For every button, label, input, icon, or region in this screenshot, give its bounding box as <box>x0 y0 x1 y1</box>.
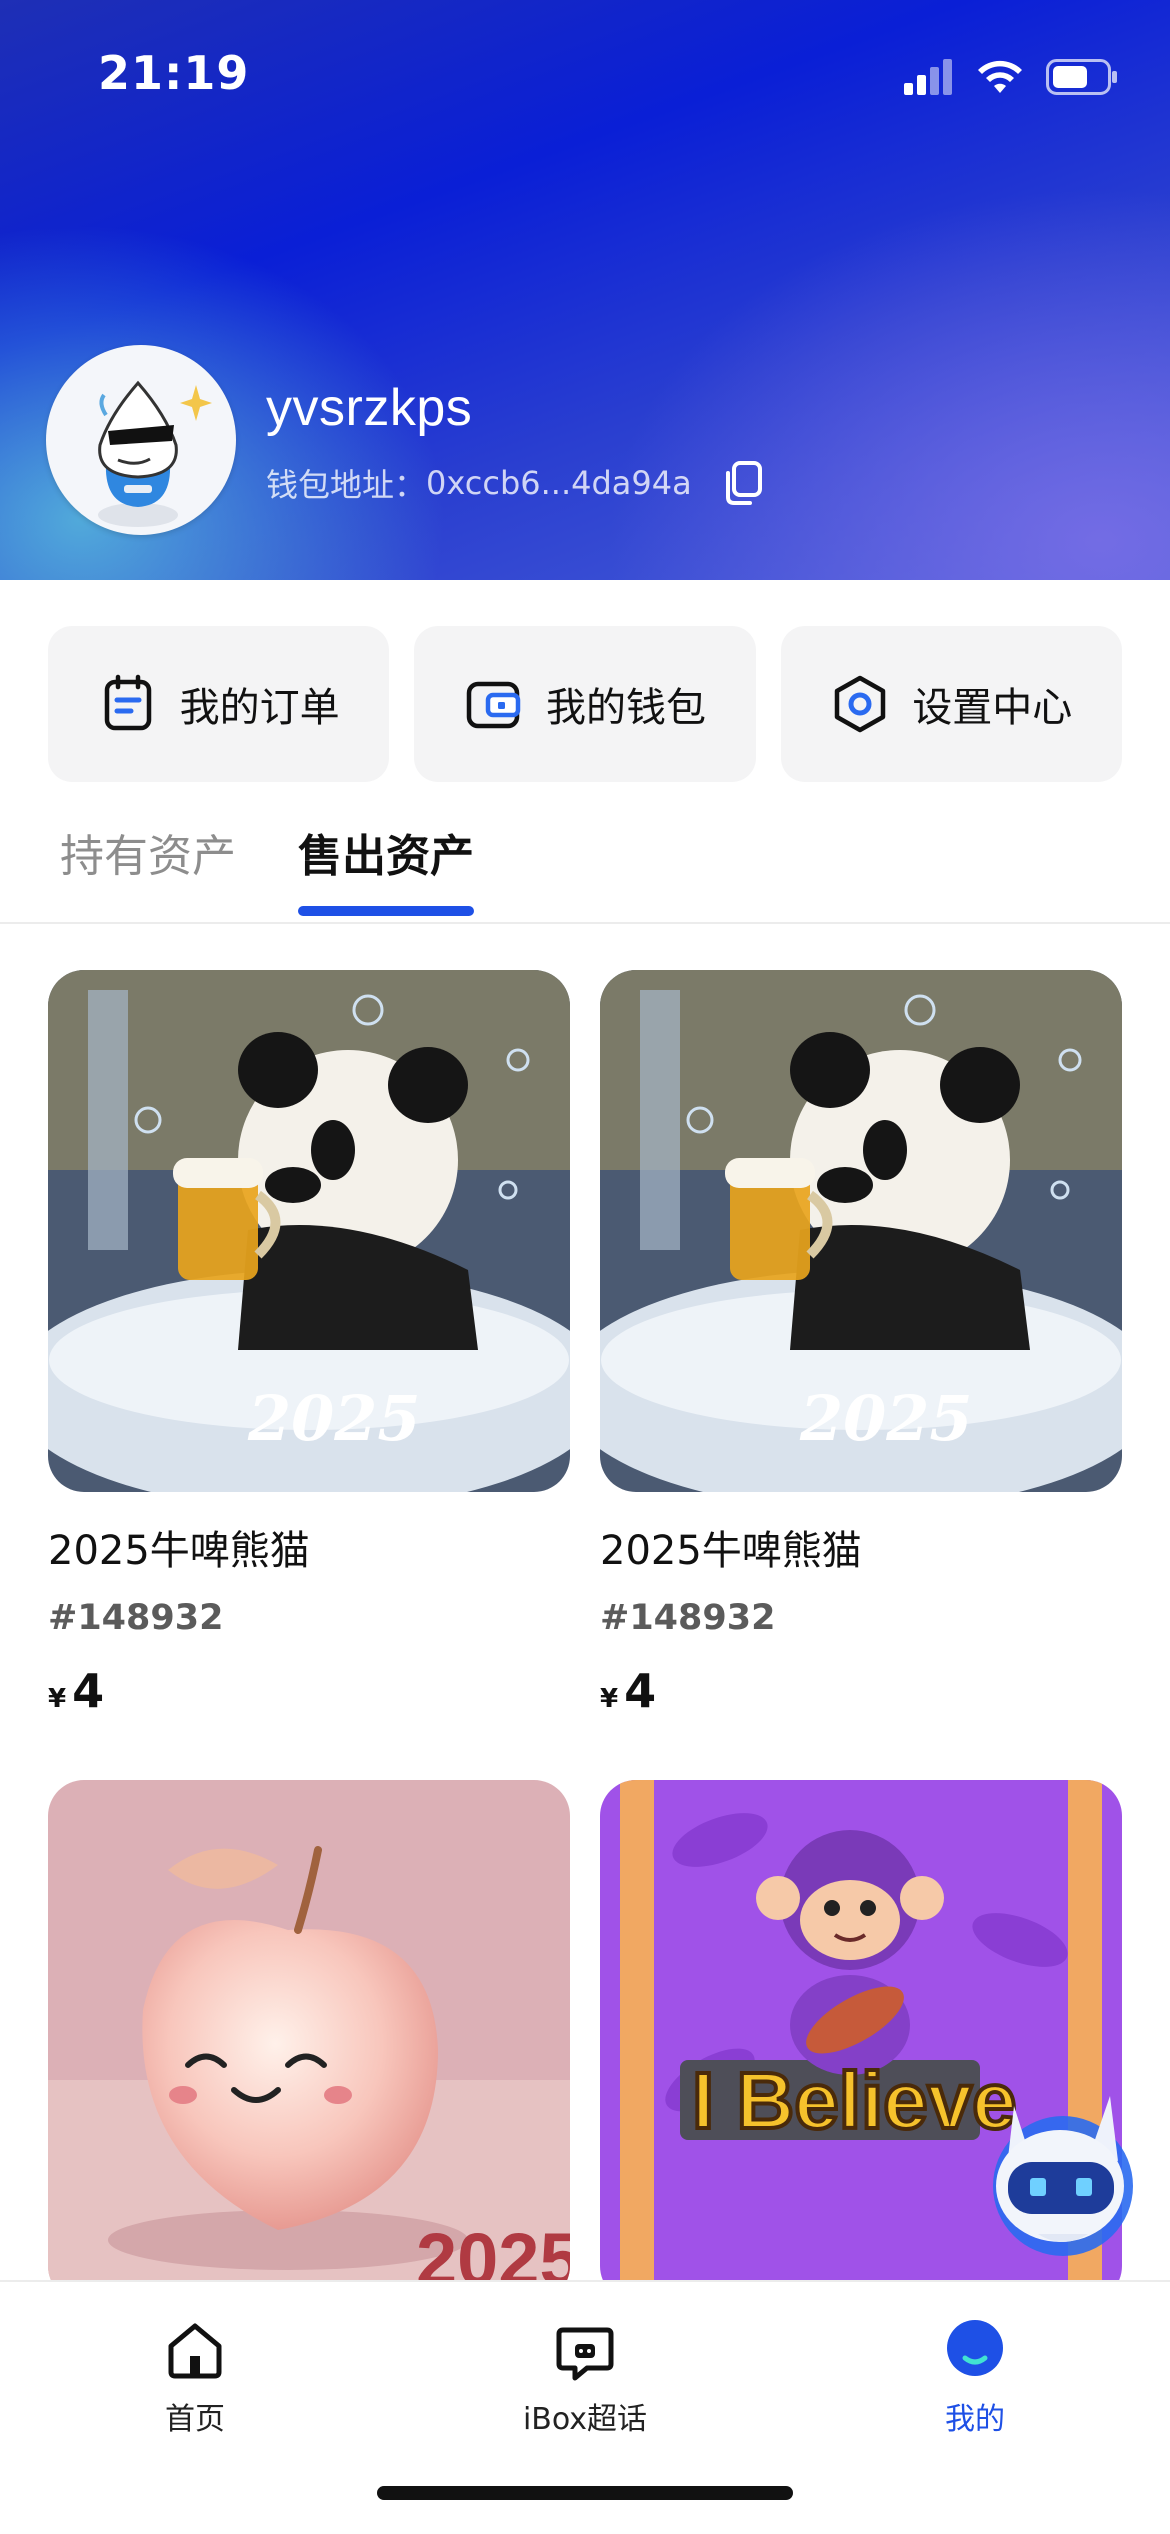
tabs-divider <box>0 922 1170 924</box>
asset-price: ¥ 4 <box>600 1664 1122 1718</box>
wifi-icon <box>978 60 1022 93</box>
panda-beer-image: 2025 <box>600 970 1122 1492</box>
peach-image: 2025 <box>48 1780 570 2302</box>
panda-beer-image: 2025 <box>48 970 570 1492</box>
currency-symbol: ¥ <box>48 1684 67 1714</box>
avatar[interactable] <box>46 345 236 535</box>
asset-name: 2025牛啤熊猫 <box>600 1528 862 1574</box>
profile-icon <box>947 2320 1003 2376</box>
tab-held-assets-label: 持有资产 <box>60 831 236 882</box>
quick-actions: 我的订单 我的钱包 设置中心 <box>48 626 1122 782</box>
price-value: 4 <box>72 1664 105 1718</box>
home-icon <box>168 2323 222 2379</box>
tab-sold-assets[interactable]: 售出资产 <box>298 820 474 916</box>
profile-header: 21:19 yvsrzkps 钱包地址： 0xccb6...4da94a <box>0 0 1170 580</box>
asset-card[interactable]: 2025 <box>48 1780 570 2302</box>
my-wallet-button[interactable]: 我的钱包 <box>414 626 756 782</box>
price-value: 4 <box>624 1664 657 1718</box>
asset-serial: #148932 <box>48 1598 224 1638</box>
username: yvsrzkps <box>266 379 473 437</box>
home-indicator[interactable] <box>377 2486 793 2500</box>
asset-name: 2025牛啤熊猫 <box>48 1528 310 1574</box>
nav-home[interactable]: 首页 <box>95 2318 295 2438</box>
wallet-icon <box>466 681 521 729</box>
active-tab-indicator <box>298 906 474 916</box>
tab-sold-assets-label: 售出资产 <box>298 831 474 882</box>
nav-profile-label: 我的 <box>945 2402 1005 2437</box>
nav-ibox-chat[interactable]: iBox超话 <box>485 2318 685 2438</box>
battery-icon <box>1046 59 1117 95</box>
settings-icon <box>835 675 886 733</box>
nav-home-label: 首页 <box>165 2402 225 2437</box>
asset-serial: #148932 <box>600 1598 776 1638</box>
status-time: 21:19 <box>98 46 250 100</box>
nav-ibox-chat-label: iBox超话 <box>522 2402 648 2437</box>
chat-icon <box>556 2327 614 2381</box>
asset-price: ¥ 4 <box>48 1664 570 1718</box>
my-orders-button[interactable]: 我的订单 <box>48 626 390 782</box>
wallet-address-row: 钱包地址： 0xccb6...4da94a <box>266 460 762 506</box>
image-text-2025: 2025 <box>799 1382 973 1455</box>
nav-profile[interactable]: 我的 <box>875 2318 1075 2438</box>
assistant-robot-button[interactable] <box>978 2066 1148 2256</box>
settings-center-button[interactable]: 设置中心 <box>780 626 1122 782</box>
signal-icon <box>904 59 952 95</box>
asset-card[interactable]: 2025 2025牛啤熊猫 #148932 ¥ 4 <box>48 970 570 1718</box>
my-wallet-label: 我的钱包 <box>545 685 706 731</box>
robot-icon <box>993 2096 1133 2256</box>
image-text-2025: 2025 <box>247 1382 421 1455</box>
image-text-i-believe: I Believe <box>692 2056 1017 2145</box>
wallet-label: 钱包地址： <box>266 466 427 504</box>
settings-center-label: 设置中心 <box>912 685 1073 731</box>
asset-card[interactable]: 2025 2025牛啤熊猫 #148932 ¥ 4 <box>600 970 1122 1718</box>
copy-icon[interactable] <box>722 461 762 505</box>
currency-symbol: ¥ <box>600 1684 619 1714</box>
order-icon <box>104 674 151 731</box>
my-orders-label: 我的订单 <box>179 685 340 731</box>
asset-tabs: 持有资产 售出资产 <box>60 820 474 916</box>
tab-held-assets[interactable]: 持有资产 <box>60 820 236 916</box>
status-icons <box>904 52 1118 102</box>
wallet-address: 0xccb6...4da94a <box>426 464 692 502</box>
